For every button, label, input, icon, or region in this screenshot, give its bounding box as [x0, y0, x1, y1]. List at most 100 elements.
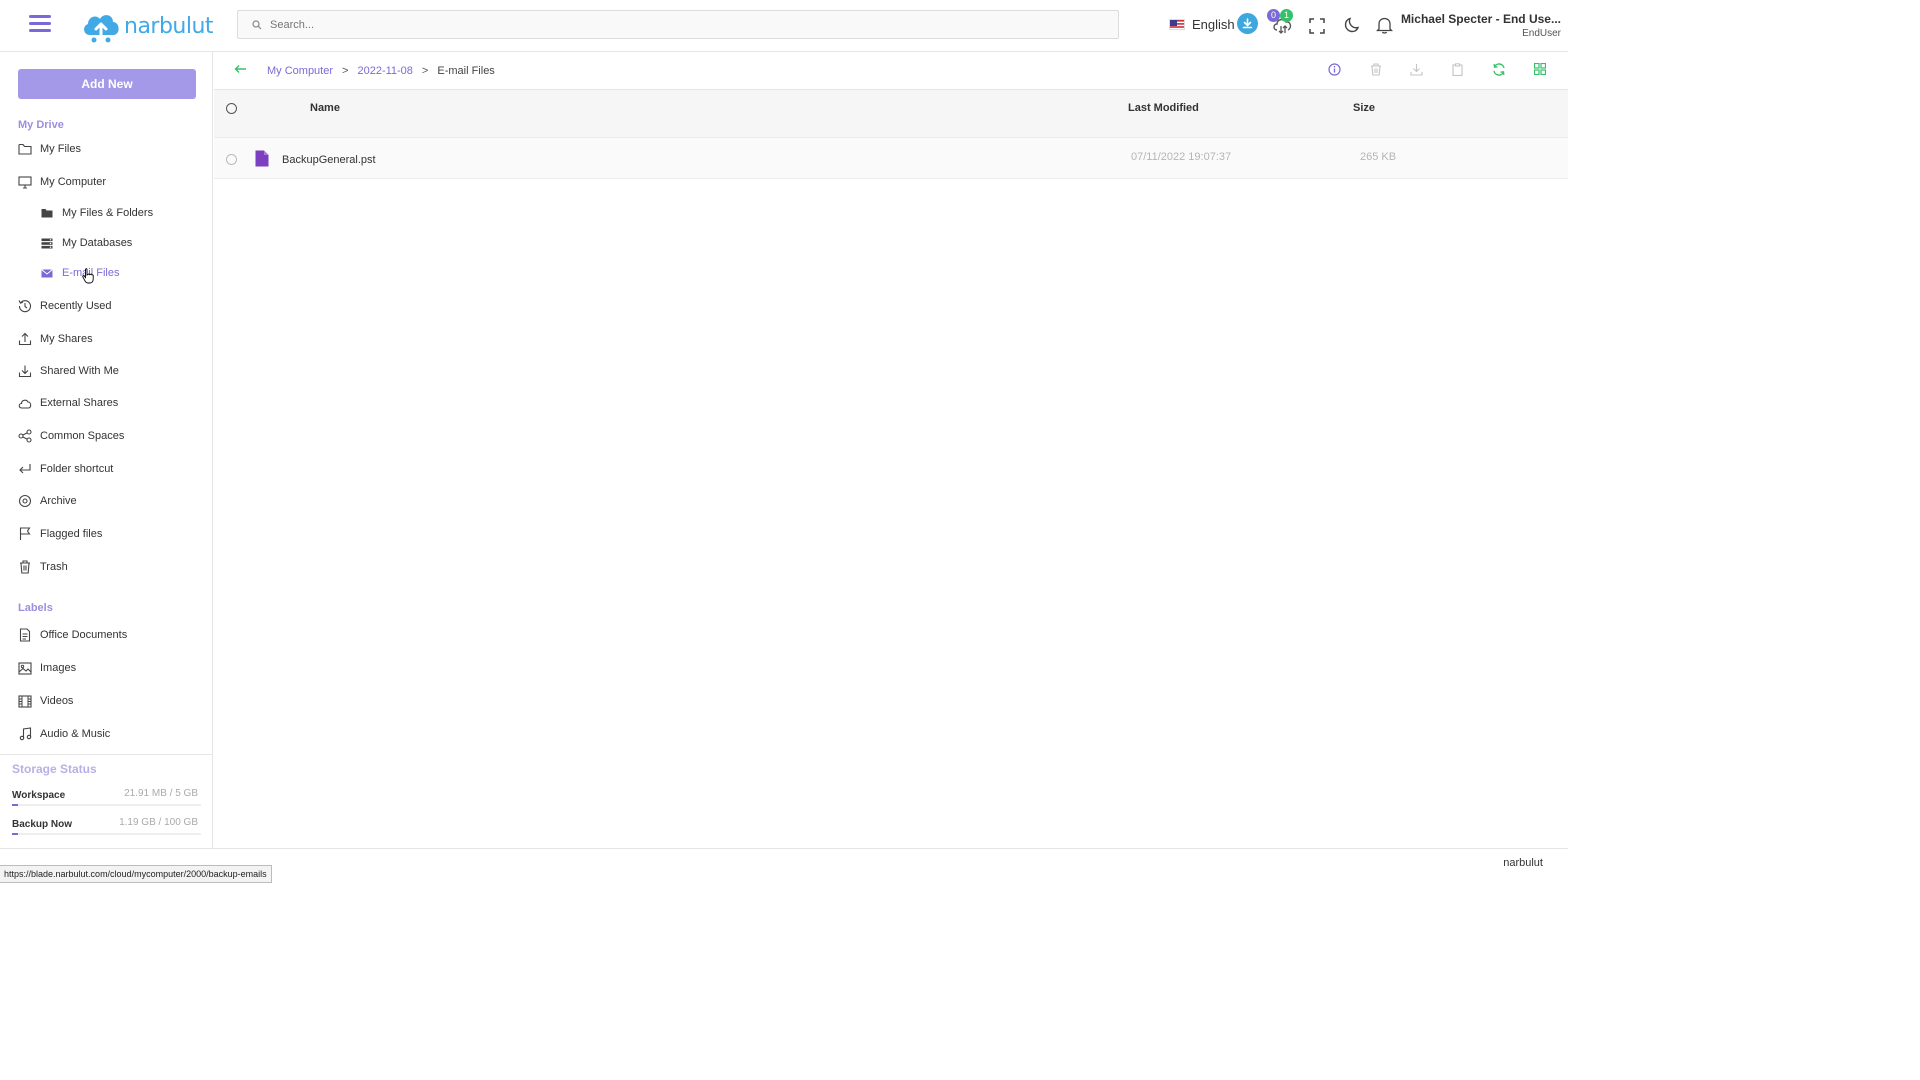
sidebar-item-shared-with-me[interactable]: Shared With Me: [18, 360, 208, 382]
file-name[interactable]: BackupGeneral.pst: [282, 154, 376, 166]
return-arrow-icon: [18, 462, 32, 476]
info-icon[interactable]: [1328, 63, 1341, 76]
workspace-storage-bar: [12, 804, 201, 806]
footer-brand: narbulut: [1503, 857, 1543, 869]
search-icon: [252, 19, 262, 30]
dark-mode-icon[interactable]: [1343, 17, 1360, 34]
sidebar-item-external-shares[interactable]: External Shares: [18, 392, 208, 414]
sidebar-item-label: My Computer: [40, 176, 107, 188]
label-name: Videos: [40, 695, 74, 707]
transfers-icon[interactable]: 0 1: [1267, 9, 1296, 38]
sidebar-item-trash[interactable]: Trash: [18, 556, 208, 578]
user-role: EndUser: [1522, 28, 1561, 39]
backup-storage-label: Backup Now: [12, 819, 73, 830]
share-nodes-icon: [18, 429, 32, 443]
clipboard-icon[interactable]: [1452, 63, 1463, 76]
top-bar: narbulut English 0 1: [0, 0, 1568, 52]
back-arrow-icon[interactable]: [234, 64, 247, 74]
sidebar-item-archive[interactable]: Archive: [18, 490, 208, 512]
language-selector[interactable]: English: [1169, 17, 1235, 32]
sidebar-item-flagged-files[interactable]: Flagged files: [18, 523, 208, 545]
label-images[interactable]: Images: [18, 657, 208, 679]
breadcrumb-current: E-mail Files: [437, 65, 495, 77]
sidebar-item-label: Common Spaces: [40, 430, 125, 442]
notifications-icon[interactable]: [1376, 16, 1393, 34]
workspace-storage-label: Workspace: [12, 790, 66, 801]
sidebar-item-label: External Shares: [40, 397, 119, 409]
sidebar-item-databases[interactable]: My Databases: [40, 232, 230, 254]
sidebar-item-label: My Files & Folders: [62, 207, 154, 219]
sidebar-item-label: My Databases: [62, 237, 133, 249]
database-icon: [40, 236, 54, 250]
folder-icon: [18, 142, 32, 156]
table-header: Name Last Modified Size: [214, 90, 1568, 138]
column-header-last-modified[interactable]: Last Modified: [1128, 102, 1199, 114]
label-videos[interactable]: Videos: [18, 690, 208, 712]
image-icon: [18, 661, 32, 675]
sidebar-item-label: Recently Used: [40, 300, 112, 312]
sidebar-item-my-computer[interactable]: My Computer: [18, 171, 208, 193]
breadcrumb-separator: >: [342, 65, 349, 77]
backup-storage-value: 1.19 GB / 100 GB: [119, 817, 198, 828]
upload-icon: [18, 332, 32, 346]
labels-heading: Labels: [18, 602, 53, 614]
download-file-icon[interactable]: [1410, 63, 1423, 76]
backup-storage-fill: [12, 833, 18, 835]
breadcrumb-date-folder[interactable]: 2022-11-08: [357, 65, 412, 77]
sidebar-item-files-folders[interactable]: My Files & Folders: [40, 202, 230, 224]
sidebar-item-label: Folder shortcut: [40, 463, 114, 475]
divider: [0, 754, 213, 755]
logo[interactable]: narbulut: [80, 8, 214, 44]
sidebar-item-email-files[interactable]: E-mail Files: [40, 262, 230, 284]
table-row[interactable]: BackupGeneral.pst 07/11/2022 19:07:37 26…: [214, 138, 1568, 179]
backup-storage-bar: [12, 833, 201, 835]
queue-count-badge: 0: [1267, 9, 1280, 22]
refresh-icon[interactable]: [1492, 63, 1506, 76]
status-bar-url: https://blade.narbulut.com/cloud/mycompu…: [0, 865, 272, 883]
sidebar-item-label: My Files: [40, 143, 81, 155]
column-header-size[interactable]: Size: [1353, 102, 1375, 114]
film-icon: [18, 694, 32, 708]
breadcrumb: My Computer > 2022-11-08 > E-mail Files: [267, 65, 495, 77]
history-icon: [18, 299, 32, 313]
label-audio-music[interactable]: Audio & Music: [18, 723, 208, 745]
user-name[interactable]: Michael Specter - End Use...: [1401, 12, 1561, 26]
file-icon: [255, 150, 269, 167]
download-app-icon[interactable]: [1237, 13, 1258, 34]
hand-pointer-cursor: [82, 268, 94, 284]
fullscreen-icon[interactable]: [1309, 18, 1325, 34]
add-new-button[interactable]: Add New: [18, 69, 196, 99]
sidebar-item-my-shares[interactable]: My Shares: [18, 328, 208, 350]
search-box[interactable]: [237, 10, 1119, 39]
label-office-documents[interactable]: Office Documents: [18, 624, 208, 646]
logo-text: narbulut: [124, 13, 214, 39]
sidebar-item-label: Trash: [40, 561, 68, 573]
delete-icon[interactable]: [1370, 63, 1382, 76]
breadcrumb-my-computer[interactable]: My Computer: [267, 65, 333, 77]
my-drive-heading: My Drive: [18, 119, 64, 131]
menu-icon[interactable]: [29, 15, 51, 35]
row-select-radio[interactable]: [226, 154, 237, 165]
search-input[interactable]: [270, 18, 1070, 31]
flag-icon: [18, 527, 32, 541]
sidebar-item-label: Archive: [40, 495, 77, 507]
grid-view-icon[interactable]: [1534, 63, 1546, 75]
sidebar-item-recently-used[interactable]: Recently Used: [18, 295, 208, 317]
workspace-storage-value: 21.91 MB / 5 GB: [124, 788, 198, 799]
sidebar: Add New My Drive My Files My Computer My…: [0, 52, 213, 848]
cloud-logo-icon: [84, 15, 119, 43]
breadcrumb-separator: >: [421, 65, 429, 77]
storage-status-heading: Storage Status: [12, 762, 97, 776]
sidebar-item-common-spaces[interactable]: Common Spaces: [18, 425, 208, 447]
sidebar-item-my-files[interactable]: My Files: [18, 138, 208, 160]
select-all-radio[interactable]: [226, 103, 237, 114]
file-toolbar: My Computer > 2022-11-08 > E-mail Files: [214, 52, 1568, 90]
label-name: Audio & Music: [40, 728, 111, 740]
column-header-name[interactable]: Name: [310, 102, 340, 114]
main-content: My Computer > 2022-11-08 > E-mail Files …: [214, 52, 1568, 848]
sidebar-item-folder-shortcut[interactable]: Folder shortcut: [18, 458, 208, 480]
language-label: English: [1192, 17, 1235, 32]
label-name: Office Documents: [40, 629, 128, 641]
document-icon: [18, 628, 32, 642]
done-count-badge: 1: [1280, 9, 1293, 22]
